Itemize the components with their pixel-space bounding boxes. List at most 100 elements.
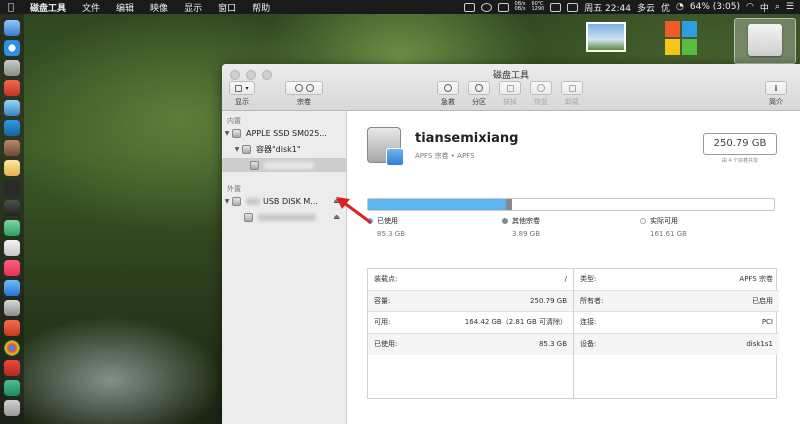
app-icon-1[interactable]	[4, 80, 20, 96]
sidebar-item-container[interactable]: ▼ 容器"disk1"	[222, 142, 346, 156]
info-row: 容量: 250.79 GB	[368, 290, 573, 312]
launchpad-icon[interactable]	[4, 60, 20, 76]
free-value: 161.61 GB	[650, 230, 687, 238]
used-value: 85.3 GB	[377, 230, 406, 238]
temperature-readout[interactable]: 60℃ 1290	[531, 2, 544, 12]
terminal-icon[interactable]	[4, 180, 20, 196]
usage-bar-other	[506, 199, 513, 210]
finder-icon[interactable]	[4, 20, 20, 36]
chrome-icon[interactable]	[4, 340, 20, 356]
internal-header: 内置	[227, 117, 241, 125]
menu-view[interactable]: 显示	[176, 1, 210, 14]
info-row: 设备: disk1s1	[574, 333, 779, 355]
app-icon-11[interactable]	[4, 380, 20, 396]
notification-center-icon[interactable]: ☰	[786, 2, 794, 12]
external-header: 外置	[227, 185, 241, 193]
app-icon-8[interactable]	[4, 300, 20, 316]
redacted-volume-name	[264, 161, 314, 169]
app-icon-9[interactable]	[4, 320, 20, 336]
menu-edit[interactable]: 编辑	[108, 1, 142, 14]
trash-icon[interactable]	[4, 400, 20, 416]
menu-window[interactable]: 窗口	[210, 1, 244, 14]
capacity-note: 由 4 个宗卷共享	[721, 158, 759, 164]
info-icon: i	[774, 83, 778, 93]
notification-icon[interactable]: ◔	[676, 2, 684, 12]
network-speed[interactable]: 0B/s 0B/s	[515, 2, 526, 12]
sidebar-item-volume-selected[interactable]	[222, 158, 346, 172]
info-row: 所有者: 已启用	[574, 290, 779, 312]
desktop-image-thumbnail[interactable]	[586, 22, 626, 52]
volume-large-icon	[367, 127, 404, 166]
disclosure-triangle-icon[interactable]: ▼	[232, 146, 242, 153]
battery-status[interactable]: 64% (3:05)	[690, 2, 740, 12]
info-button[interactable]: i 简介	[764, 81, 788, 107]
volume-subtitle: APFS 宗卷 • APFS	[415, 152, 475, 160]
search-icon[interactable]: ⌕	[775, 2, 780, 12]
volume-icon	[244, 212, 253, 222]
menu-help[interactable]: 帮助	[244, 1, 278, 14]
view-button[interactable]: ▾ 显示	[228, 81, 256, 107]
app-icon-2[interactable]	[4, 100, 20, 116]
wifi-icon[interactable]: ◠	[746, 2, 754, 12]
sidebar-item-usb-volume[interactable]: ⏏	[222, 210, 346, 224]
info-row: 类型: APFS 宗卷	[574, 269, 779, 291]
remove-volume-icon	[305, 84, 314, 92]
other-value: 3.89 GB	[512, 230, 541, 238]
safari-icon[interactable]	[4, 40, 20, 56]
volume-button[interactable]: 宗卷	[284, 81, 324, 107]
app-icon-7[interactable]	[4, 240, 20, 256]
input-method-1[interactable]: 优	[661, 1, 670, 14]
info-table: 装载点: / 容量: 250.79 GB 可用: 164.42 GB（2.81 GB …	[367, 268, 779, 399]
shield-status-icon[interactable]	[550, 2, 562, 12]
menu-app[interactable]: 磁盘工具	[22, 1, 74, 14]
sidebar-icon	[235, 84, 243, 92]
legend-free: 实际可用 161.61 GB	[640, 216, 687, 238]
app-icon-3[interactable]	[4, 120, 20, 136]
legend-other: 其他宗卷 3.89 GB	[502, 216, 540, 238]
info-status-icon[interactable]	[480, 2, 492, 12]
input-method-2[interactable]: 中	[760, 1, 769, 14]
sidebar-item-internal-disk[interactable]: ▼ APPLE SSD SM025...	[222, 126, 346, 140]
first-aid-button[interactable]: 急救	[436, 81, 460, 107]
annotation-arrow	[336, 197, 372, 224]
notes-icon[interactable]	[4, 160, 20, 176]
partition-button[interactable]: 分区	[467, 81, 491, 107]
app-icon-5[interactable]	[4, 200, 20, 216]
menu-bar:  磁盘工具 文件 编辑 映像 显示 窗口 帮助 0B/s 0B/s 60℃ 1…	[0, 0, 800, 14]
dock	[0, 14, 24, 424]
menu-file[interactable]: 文件	[74, 1, 108, 14]
usage-bar-used	[368, 199, 507, 210]
add-volume-icon	[294, 84, 303, 92]
sidebar: 内置 ▼ APPLE SSD SM025... ▼ 容器"disk1" 外置 ▼…	[222, 111, 347, 424]
partition-icon	[475, 84, 483, 92]
unmount-button[interactable]: 卸载	[560, 81, 584, 107]
app-status-icon[interactable]	[567, 2, 579, 12]
stethoscope-icon	[444, 84, 452, 92]
menu-image[interactable]: 映像	[142, 1, 176, 14]
app-icon-10[interactable]	[4, 360, 20, 376]
other-dot-icon	[502, 218, 508, 224]
disclosure-triangle-icon[interactable]: ▼	[222, 130, 232, 137]
apple-menu-icon[interactable]: 	[0, 2, 22, 13]
display-status-icon[interactable]	[497, 2, 509, 12]
free-dot-icon	[640, 218, 646, 224]
music-icon[interactable]	[4, 260, 20, 276]
app-store-icon[interactable]	[4, 280, 20, 296]
disk-utility-window: 磁盘工具 ▾ 显示 宗卷 急救 分区 抹掉 恢复 卸载 i 简介 内置 ▼ AP…	[222, 64, 800, 424]
app-logo-icon[interactable]	[664, 20, 698, 56]
desktop-wallpaper:  磁盘工具 文件 编辑 映像 显示 窗口 帮助 0B/s 0B/s 60℃ 1…	[0, 0, 800, 424]
clock[interactable]: 周五 22:44	[584, 1, 631, 14]
folder-status-icon[interactable]	[463, 2, 475, 12]
hard-disk-icon	[232, 128, 241, 138]
disclosure-triangle-icon[interactable]: ▼	[222, 198, 232, 205]
app-icon-6[interactable]	[4, 220, 20, 236]
weather[interactable]: 多云	[637, 1, 655, 14]
volume-name: tiansemixiang	[415, 131, 519, 146]
app-icon-4[interactable]	[4, 140, 20, 156]
restore-icon	[537, 84, 545, 92]
erase-button[interactable]: 抹掉	[498, 81, 522, 107]
eject-icon	[568, 84, 576, 92]
desktop-disk-icon[interactable]	[734, 18, 796, 64]
restore-button[interactable]: 恢复	[529, 81, 553, 107]
sidebar-item-usb-disk[interactable]: ▼ USB DISK M... ⏏	[222, 194, 346, 208]
